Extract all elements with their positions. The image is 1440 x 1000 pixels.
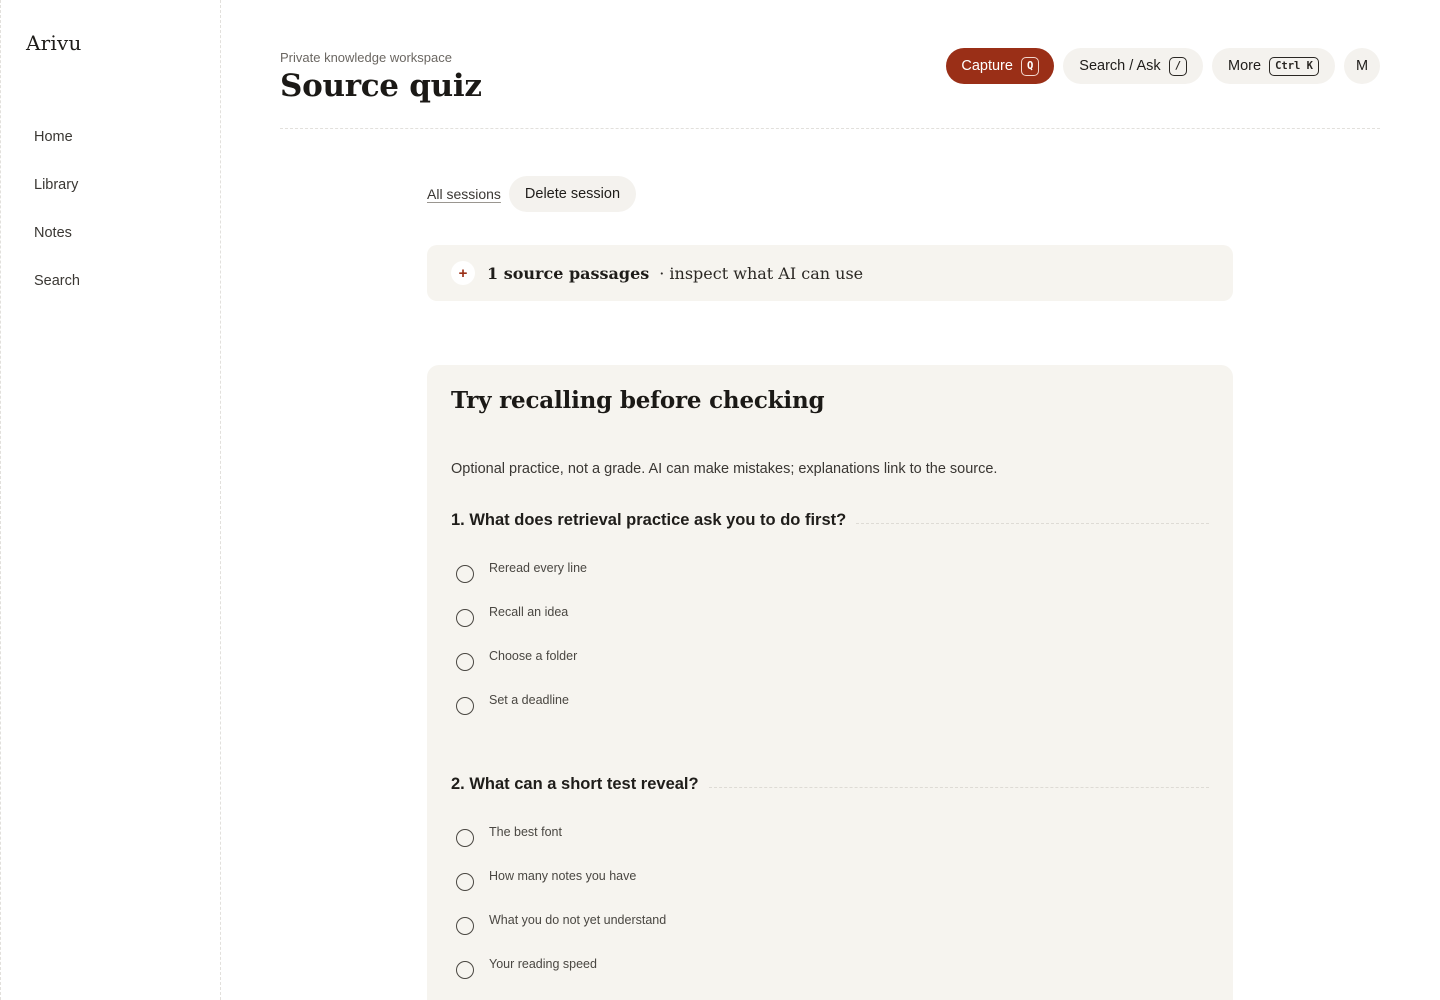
answer-option[interactable]: The best font bbox=[456, 825, 562, 850]
search-ask-label: Search / Ask bbox=[1079, 58, 1161, 74]
quiz-card: Try recalling before checking Optional p… bbox=[427, 365, 1233, 1000]
answer-option-label: Set a deadline bbox=[489, 693, 569, 707]
header-actions: Capture Q Search / Ask / More Ctrl K M bbox=[946, 48, 1380, 84]
radio-button[interactable] bbox=[456, 961, 474, 979]
question-text: 1. What does retrieval practice ask you … bbox=[451, 510, 847, 529]
answer-option[interactable]: Recall an idea bbox=[456, 605, 569, 630]
answer-option[interactable]: How many notes you have bbox=[456, 869, 637, 894]
all-sessions-link[interactable]: All sessions bbox=[427, 186, 501, 202]
sidebar-item-library[interactable]: Library bbox=[34, 176, 80, 224]
answer-option-label: The best font bbox=[489, 825, 562, 839]
sidebar: Arivu Home Library Notes Search bbox=[0, 0, 221, 1000]
brand-logo[interactable]: Arivu bbox=[26, 31, 82, 55]
question-divider bbox=[708, 786, 1209, 788]
radio-button[interactable] bbox=[456, 917, 474, 935]
answer-option-label: What you do not yet understand bbox=[489, 913, 667, 927]
page-title: Source quiz bbox=[280, 68, 482, 104]
quiz-title: Try recalling before checking bbox=[451, 387, 825, 414]
radio-button[interactable] bbox=[456, 609, 474, 627]
sidebar-nav: Home Library Notes Search bbox=[34, 128, 80, 320]
source-passages-hint: · inspect what AI can use bbox=[659, 263, 864, 283]
answer-option-label: Recall an idea bbox=[489, 605, 569, 619]
radio-button[interactable] bbox=[456, 565, 474, 583]
question-2: 2. What can a short test reveal? The bes… bbox=[451, 773, 1209, 979]
sidebar-item-search[interactable]: Search bbox=[34, 272, 80, 320]
source-passages-count: 1 source passages bbox=[487, 263, 650, 283]
capture-button[interactable]: Capture Q bbox=[946, 48, 1055, 84]
answer-option-label: Your reading speed bbox=[489, 957, 597, 971]
radio-button[interactable] bbox=[456, 873, 474, 891]
header-divider bbox=[280, 128, 1380, 129]
answer-option[interactable]: Set a deadline bbox=[456, 693, 569, 718]
answer-option-label: Reread every line bbox=[489, 561, 587, 575]
search-ask-button[interactable]: Search / Ask / bbox=[1063, 48, 1204, 84]
question-text: 2. What can a short test reveal? bbox=[451, 774, 699, 793]
answer-option[interactable]: Reread every line bbox=[456, 561, 587, 586]
radio-button[interactable] bbox=[456, 829, 474, 847]
question-1: 1. What does retrieval practice ask you … bbox=[451, 509, 1209, 715]
capture-shortcut: Q bbox=[1020, 56, 1040, 76]
more-shortcut: Ctrl K bbox=[1269, 56, 1319, 76]
answer-option-label: How many notes you have bbox=[489, 869, 637, 883]
answer-option[interactable]: What you do not yet understand bbox=[456, 913, 667, 938]
source-passages-toggle[interactable]: + 1 source passages · inspect what AI ca… bbox=[427, 245, 1233, 301]
more-button[interactable]: More Ctrl K bbox=[1212, 48, 1335, 84]
answer-option[interactable]: Your reading speed bbox=[456, 957, 597, 982]
more-label: More bbox=[1228, 58, 1262, 74]
answer-option-label: Choose a folder bbox=[489, 649, 578, 663]
page-eyebrow: Private knowledge workspace bbox=[280, 50, 452, 65]
plus-icon: + bbox=[451, 261, 475, 285]
capture-label: Capture bbox=[961, 58, 1013, 74]
session-toolbar: All sessions Delete session bbox=[427, 176, 637, 212]
avatar[interactable]: M bbox=[1344, 48, 1380, 84]
search-shortcut: / bbox=[1168, 56, 1188, 76]
answer-option[interactable]: Choose a folder bbox=[456, 649, 578, 674]
sidebar-item-home[interactable]: Home bbox=[34, 128, 80, 176]
question-divider bbox=[856, 522, 1209, 524]
quiz-description: Optional practice, not a grade. AI can m… bbox=[451, 461, 998, 477]
delete-session-button[interactable]: Delete session bbox=[508, 176, 637, 212]
sidebar-item-notes[interactable]: Notes bbox=[34, 224, 80, 272]
radio-button[interactable] bbox=[456, 653, 474, 671]
radio-button[interactable] bbox=[456, 697, 474, 715]
